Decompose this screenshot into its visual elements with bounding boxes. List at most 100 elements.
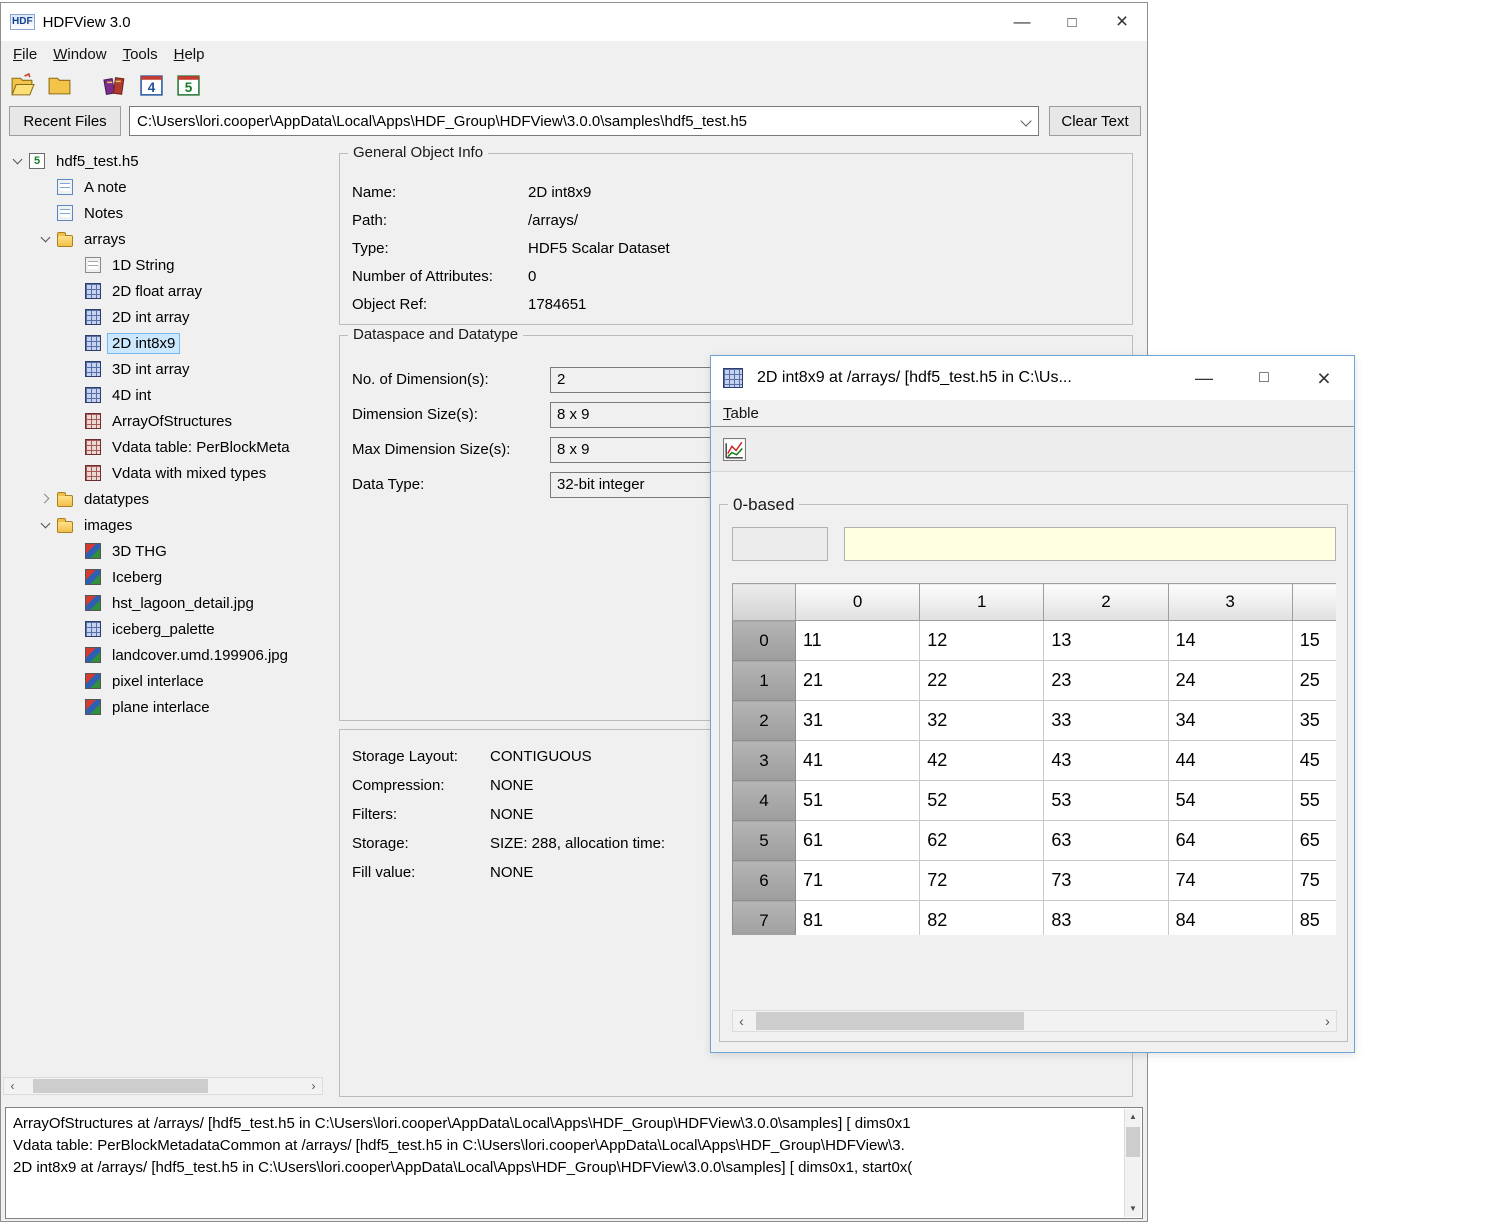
maximize-button[interactable]: □	[1234, 356, 1294, 400]
table-cell[interactable]: 82	[920, 901, 1044, 936]
tree-item-arrayofstructures[interactable]: ArrayOfStructures	[3, 408, 323, 434]
table-cell[interactable]: 62	[920, 821, 1044, 861]
table-cell[interactable]: 35	[1292, 701, 1336, 741]
cell-value-input[interactable]	[844, 527, 1336, 561]
row-header[interactable]: 0	[733, 621, 796, 661]
tree-item-3d-thg[interactable]: 3D THG	[3, 538, 323, 564]
scrollbar-track[interactable]	[1125, 1125, 1141, 1201]
tree-item-datatypes[interactable]: datatypes	[3, 486, 323, 512]
tree-item-vdata-mixed[interactable]: Vdata with mixed types	[3, 460, 323, 486]
column-header[interactable]: 1	[920, 584, 1044, 621]
tree-item-hst-lagoon[interactable]: hst_lagoon_detail.jpg	[3, 590, 323, 616]
scrollbar-track[interactable]	[21, 1078, 305, 1094]
tree-item-2d-int8x9-selected[interactable]: 2D int8x9	[3, 330, 323, 356]
table-cell[interactable]: 81	[796, 901, 920, 936]
row-header[interactable]: 6	[733, 861, 796, 901]
close-file-icon[interactable]	[46, 72, 73, 99]
table-cell[interactable]: 31	[796, 701, 920, 741]
table-cell[interactable]: 63	[1044, 821, 1168, 861]
table-cell[interactable]: 11	[796, 621, 920, 661]
table-cell[interactable]: 85	[1292, 901, 1336, 936]
scroll-left-icon[interactable]: ‹	[733, 1011, 750, 1031]
menu-window[interactable]: Window	[45, 43, 114, 66]
row-header[interactable]: 2	[733, 701, 796, 741]
row-header[interactable]: 4	[733, 781, 796, 821]
table-cell[interactable]: 13	[1044, 621, 1168, 661]
tree-horizontal-scrollbar[interactable]: ‹ ›	[3, 1077, 323, 1095]
menu-tools[interactable]: Tools	[115, 43, 166, 66]
table-cell[interactable]: 64	[1168, 821, 1292, 861]
table-cell[interactable]: 52	[920, 781, 1044, 821]
table-cell[interactable]: 84	[1168, 901, 1292, 936]
expander-closed-icon[interactable]	[37, 490, 55, 508]
table-cell[interactable]: 12	[920, 621, 1044, 661]
expander-open-icon[interactable]	[9, 152, 27, 170]
tree-item-2d-float-array[interactable]: 2D float array	[3, 278, 323, 304]
scroll-left-icon[interactable]: ‹	[4, 1078, 21, 1094]
minimize-button[interactable]: —	[1174, 356, 1234, 400]
tree-item-arrays[interactable]: arrays	[3, 226, 323, 252]
column-header[interactable]	[1292, 584, 1336, 621]
table-cell[interactable]: 32	[920, 701, 1044, 741]
clear-text-button[interactable]: Clear Text	[1049, 106, 1141, 136]
tree-item-notes[interactable]: Notes	[3, 200, 323, 226]
table-cell[interactable]: 45	[1292, 741, 1336, 781]
tree-item-iceberg[interactable]: Iceberg	[3, 564, 323, 590]
row-header[interactable]: 3	[733, 741, 796, 781]
chart-icon[interactable]	[721, 436, 748, 463]
menu-table[interactable]: Table	[715, 402, 767, 425]
table-horizontal-scrollbar[interactable]: ‹ ›	[732, 1010, 1337, 1032]
selected-cell-indicator[interactable]	[732, 527, 828, 561]
scroll-right-icon[interactable]: ›	[305, 1078, 322, 1094]
scrollbar-thumb[interactable]	[33, 1079, 208, 1093]
table-cell[interactable]: 75	[1292, 861, 1336, 901]
table-cell[interactable]: 72	[920, 861, 1044, 901]
table-cell[interactable]: 61	[796, 821, 920, 861]
help-books-icon[interactable]	[101, 72, 128, 99]
table-cell[interactable]: 53	[1044, 781, 1168, 821]
tree-item-3d-int-array[interactable]: 3D int array	[3, 356, 323, 382]
table-cell[interactable]: 83	[1044, 901, 1168, 936]
table-cell[interactable]: 74	[1168, 861, 1292, 901]
table-cell[interactable]: 21	[796, 661, 920, 701]
hdf4-icon[interactable]: 4	[138, 72, 165, 99]
table-cell[interactable]: 51	[796, 781, 920, 821]
menu-help[interactable]: Help	[166, 43, 213, 66]
expander-open-icon[interactable]	[37, 516, 55, 534]
row-header[interactable]: 5	[733, 821, 796, 861]
combo-dropdown-icon[interactable]	[1016, 107, 1038, 135]
table-cell[interactable]: 65	[1292, 821, 1336, 861]
expander-open-icon[interactable]	[37, 230, 55, 248]
table-cell[interactable]: 33	[1044, 701, 1168, 741]
hdf5-icon[interactable]: 5	[175, 72, 202, 99]
table-cell[interactable]: 55	[1292, 781, 1336, 821]
open-file-icon[interactable]	[9, 72, 36, 99]
column-header[interactable]: 2	[1044, 584, 1168, 621]
table-cell[interactable]: 41	[796, 741, 920, 781]
table-cell[interactable]: 43	[1044, 741, 1168, 781]
scrollbar-thumb[interactable]	[756, 1012, 1024, 1030]
main-titlebar[interactable]: HDF HDFView 3.0 — □ ×	[1, 3, 1147, 41]
table-cell[interactable]: 23	[1044, 661, 1168, 701]
scroll-up-icon[interactable]: ▲	[1125, 1109, 1141, 1125]
close-button[interactable]: ×	[1294, 356, 1354, 400]
minimize-button[interactable]: —	[997, 3, 1047, 41]
table-cell[interactable]: 14	[1168, 621, 1292, 661]
scrollbar-track[interactable]	[750, 1011, 1319, 1031]
column-header[interactable]: 0	[796, 584, 920, 621]
tree-item-hdf5-test-h5[interactable]: hdf5_test.h5	[3, 148, 323, 174]
table-cell[interactable]: 71	[796, 861, 920, 901]
tree-item-vdata-table[interactable]: Vdata table: PerBlockMeta	[3, 434, 323, 460]
tree-item-landcover[interactable]: landcover.umd.199906.jpg	[3, 642, 323, 668]
scroll-down-icon[interactable]: ▼	[1125, 1201, 1141, 1217]
column-header[interactable]: 3	[1168, 584, 1292, 621]
maximize-button[interactable]: □	[1047, 3, 1097, 41]
tree-item-a-note[interactable]: A note	[3, 174, 323, 200]
recent-files-button[interactable]: Recent Files	[9, 106, 121, 136]
row-header[interactable]: 1	[733, 661, 796, 701]
scrollbar-thumb[interactable]	[1126, 1127, 1140, 1157]
row-header[interactable]: 7	[733, 901, 796, 936]
tree-item-2d-int-array[interactable]: 2D int array	[3, 304, 323, 330]
close-button[interactable]: ×	[1097, 3, 1147, 41]
table-corner-cell[interactable]	[733, 584, 796, 621]
